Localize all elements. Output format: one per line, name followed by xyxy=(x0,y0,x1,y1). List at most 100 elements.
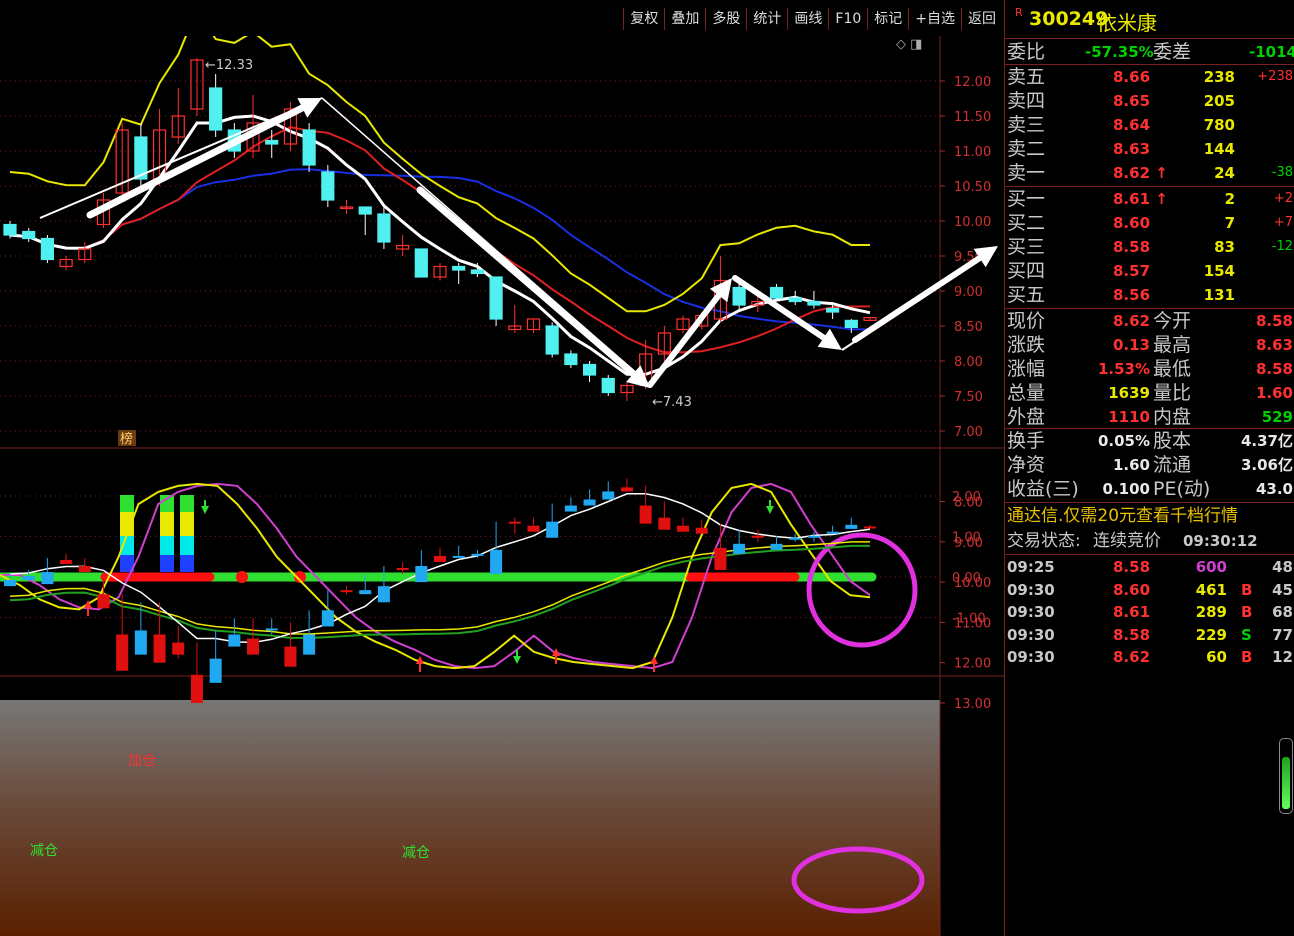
lower-candle-body xyxy=(471,553,484,556)
candle-body xyxy=(452,265,466,271)
candle-body xyxy=(22,230,36,240)
bid-row: 买一 8.61 ↑ 2 +2 xyxy=(1005,187,1294,211)
toolbar-button-2[interactable]: 多股 xyxy=(705,8,746,30)
zero-red-dot xyxy=(236,571,248,583)
stat2-row: 换手 0.05% 股本 4.37亿 xyxy=(1005,429,1294,453)
stat2-label-2: 流通 xyxy=(1153,454,1192,476)
high-marker: ←12.33 xyxy=(205,58,253,73)
lower-candle-body xyxy=(527,525,540,532)
toolbar-button-0[interactable]: 复权 xyxy=(623,8,664,30)
bid-change: -12 xyxy=(1271,239,1293,254)
candle-body xyxy=(564,353,578,366)
candle-body xyxy=(377,213,391,243)
ask-price: 8.63 xyxy=(1113,140,1151,158)
toolbar-button-3[interactable]: 统计 xyxy=(746,8,787,30)
candle-body xyxy=(209,87,223,131)
bid-volume: 2 xyxy=(1224,190,1235,208)
ask-change: +238 xyxy=(1257,69,1293,84)
ask-change: -38 xyxy=(1271,165,1293,180)
tick-side: B xyxy=(1241,648,1253,666)
tick-row: 09:30 8.58 229 S 77 xyxy=(1005,623,1294,647)
toolbar-button-4[interactable]: 画线 xyxy=(787,8,828,30)
stat2-label: 换手 xyxy=(1007,430,1046,452)
promo-banner[interactable]: 通达信.仅需20元查看千档行情 xyxy=(1005,504,1294,528)
lower-candle-body xyxy=(546,521,559,538)
chart-area[interactable]: 12.00 11.50 11.00 10.50 10.00 9.50 9.00 8.50 8.0… xyxy=(0,0,1004,936)
bid-volume: 83 xyxy=(1214,238,1235,256)
toolbar-button-7[interactable]: +自选 xyxy=(908,8,961,30)
toolbar-button-6[interactable]: 标记 xyxy=(867,8,908,30)
chart-tool-icons[interactable]: ◇ ◨ xyxy=(896,37,922,52)
kline-chart[interactable]: 12.0011.5011.0010.5010.009.509.008.508.0… xyxy=(0,0,1004,936)
status-value: 连续竞价 xyxy=(1093,531,1161,551)
stat-label: 外盘 xyxy=(1007,406,1046,428)
ask-price: 8.62 ↑ xyxy=(1113,164,1168,182)
ask-volume: 144 xyxy=(1203,140,1235,158)
signal-bar-seg xyxy=(160,536,174,555)
ask-price: 8.65 xyxy=(1113,92,1151,110)
tick-price: 8.62 xyxy=(1113,648,1151,666)
ask-volume: 205 xyxy=(1203,92,1235,110)
panel-toggle-icon[interactable]: ◨ xyxy=(910,37,922,52)
sell-signal-head xyxy=(513,656,521,664)
tick-side: S xyxy=(1241,625,1252,644)
sell-signal-head xyxy=(201,506,209,514)
candle-body xyxy=(302,129,316,166)
signal-bar-seg xyxy=(180,555,194,572)
lower-candle-body xyxy=(22,576,35,581)
tick-time: 09:30 xyxy=(1007,625,1055,644)
scroll-indicator[interactable] xyxy=(1279,738,1293,814)
lower-candle-body xyxy=(134,630,147,655)
lower-candle-body xyxy=(807,535,820,538)
price-tick-label: 7.50 xyxy=(954,390,983,405)
lower-candle-body xyxy=(41,572,54,585)
bid-price: 8.57 xyxy=(1113,262,1151,280)
bid-price: 8.60 xyxy=(1113,214,1151,232)
stat-value-2: 8.58 xyxy=(1255,312,1293,330)
toolbar-button-8[interactable]: 返回 xyxy=(961,8,1002,30)
stat-row: 涨幅 1.53% 最低 8.58 xyxy=(1005,357,1294,381)
tick-row: 09:30 8.60 461 B 45 xyxy=(1005,578,1294,602)
lower-candle-body xyxy=(434,555,446,562)
price-tick-label: 9.00 xyxy=(954,285,983,300)
bid-volume: 154 xyxy=(1203,262,1235,280)
lower-panel-bg xyxy=(0,700,940,936)
lower-candle-body xyxy=(658,517,671,530)
ask-volume: 24 xyxy=(1214,164,1235,182)
tick-time: 09:25 xyxy=(1007,558,1055,576)
lower-candle-body xyxy=(733,543,746,554)
stat2-value: 0.05% xyxy=(1097,432,1150,450)
trend-arrow-rebound-shaft xyxy=(647,292,722,388)
tick-time: 09:30 xyxy=(1007,580,1055,599)
weibi-label: 委比 xyxy=(1007,41,1046,63)
candle-body xyxy=(732,286,746,306)
price-tick-label: 10.00 xyxy=(954,215,991,230)
signal-bar-seg xyxy=(180,536,194,555)
lower-candle-body xyxy=(116,634,129,671)
tick-row: 09:25 8.58 600 48 xyxy=(1005,555,1294,579)
stat-value: 1639 xyxy=(1108,384,1150,402)
candle-body xyxy=(40,237,54,261)
bid-row: 买三 8.58 83 -12 xyxy=(1005,235,1294,259)
diamond-icon[interactable]: ◇ xyxy=(896,37,906,52)
toolbar-button-1[interactable]: 叠加 xyxy=(664,8,705,30)
bid-price: 8.61 ↑ xyxy=(1113,190,1168,208)
candle-body xyxy=(769,286,784,299)
stat-value-2: 8.58 xyxy=(1255,360,1293,378)
signal-bar-seg xyxy=(180,512,194,536)
stat-label-2: 今开 xyxy=(1153,310,1192,332)
weicha-label: 委差 xyxy=(1153,41,1192,63)
stat2-value-2: 43.0 xyxy=(1255,480,1293,498)
lower-candle-body xyxy=(153,634,166,663)
stat-label: 现价 xyxy=(1007,310,1046,332)
promo-text[interactable]: 通达信.仅需20元查看千档行情 xyxy=(1007,504,1238,528)
tick-volume: 60 xyxy=(1206,648,1227,666)
toolbar-button-5[interactable]: F10 xyxy=(828,8,867,30)
bid-change: +2 xyxy=(1273,191,1293,206)
lower-candle-body xyxy=(677,525,690,532)
bid-row: 买五 8.56 131 xyxy=(1005,283,1294,307)
tick-volume: 289 xyxy=(1195,603,1227,621)
stat-row: 现价 8.62 今开 8.58 xyxy=(1005,309,1294,333)
stat2-value: 0.100 xyxy=(1102,480,1150,498)
r-mark-icon: R xyxy=(1015,6,1023,19)
